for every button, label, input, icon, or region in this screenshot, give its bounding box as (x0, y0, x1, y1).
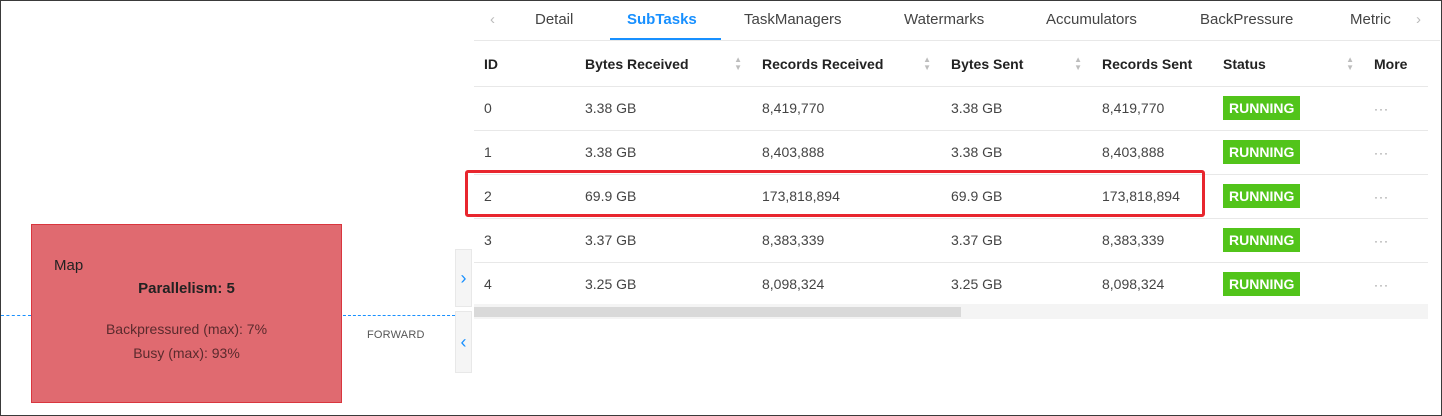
table-row[interactable]: 4 3.25 GB 8,098,324 3.25 GB 8,098,324 RU… (474, 262, 1428, 307)
tab-subtasks[interactable]: SubTasks (627, 11, 697, 28)
more-icon[interactable]: ··· (1374, 234, 1389, 248)
scrollbar-thumb[interactable] (474, 307, 961, 317)
more-icon[interactable]: ··· (1374, 278, 1389, 292)
table-row[interactable]: 2 69.9 GB 173,818,894 69.9 GB 173,818,89… (474, 174, 1428, 219)
status-badge: RUNNING (1223, 140, 1301, 164)
column-header-bytes-received[interactable]: Bytes Received ▲ ▼ (575, 42, 752, 87)
outgoing-edge (343, 315, 455, 316)
cell-status: RUNNING (1213, 86, 1364, 131)
chevron-right-icon[interactable]: › (1416, 11, 1421, 28)
column-header-status[interactable]: Status ▲ ▼ (1213, 42, 1364, 87)
tab-watermarks[interactable]: Watermarks (904, 11, 984, 28)
cell-more[interactable]: ··· (1364, 86, 1428, 131)
collapse-panel-button[interactable]: ‹ (455, 311, 472, 373)
cell-more[interactable]: ··· (1364, 174, 1428, 219)
table-row[interactable]: 0 3.38 GB 8,419,770 3.38 GB 8,419,770 RU… (474, 86, 1428, 131)
horizontal-scrollbar[interactable] (474, 304, 1428, 319)
sort-icon[interactable]: ▲ ▼ (734, 56, 742, 72)
cell-bytes-received: 3.38 GB (575, 86, 752, 131)
more-icon[interactable]: ··· (1374, 190, 1389, 204)
cell-bytes-sent: 3.37 GB (941, 218, 1092, 263)
chevron-right-icon: › (460, 267, 467, 288)
job-graph-canvas[interactable]: Map Parallelism: 5 Backpressured (max): … (1, 1, 455, 414)
cell-records-received: 8,098,324 (752, 262, 941, 307)
cell-records-received: 173,818,894 (752, 174, 941, 219)
tab-taskmanagers[interactable]: TaskManagers (744, 11, 842, 28)
cell-records-sent: 8,403,888 (1092, 130, 1213, 175)
cell-records-sent: 173,818,894 (1092, 174, 1213, 219)
cell-bytes-received: 3.25 GB (575, 262, 752, 307)
chevron-left-icon: ‹ (460, 331, 467, 352)
cell-status: RUNNING (1213, 262, 1364, 307)
cell-more[interactable]: ··· (1364, 262, 1428, 307)
cell-records-received: 8,383,339 (752, 218, 941, 263)
node-title: Map (54, 257, 84, 274)
expand-panel-button[interactable]: › (455, 249, 472, 307)
cell-bytes-sent: 3.38 GB (941, 86, 1092, 131)
cell-id: 0 (474, 86, 575, 131)
cell-records-received: 8,419,770 (752, 86, 941, 131)
cell-status: RUNNING (1213, 174, 1364, 219)
tab-backpressure[interactable]: BackPressure (1200, 11, 1293, 28)
cell-more[interactable]: ··· (1364, 218, 1428, 263)
cell-bytes-sent: 3.38 GB (941, 130, 1092, 175)
chevron-left-icon[interactable]: ‹ (490, 11, 495, 28)
cell-more[interactable]: ··· (1364, 130, 1428, 175)
cell-id: 1 (474, 130, 575, 175)
tab-accumulators[interactable]: Accumulators (1046, 11, 1137, 28)
table-header-row: ID Bytes Received ▲ ▼ Records Received ▲ ▼ B… (474, 42, 1428, 87)
cell-id: 4 (474, 262, 575, 307)
cell-bytes-sent: 3.25 GB (941, 262, 1092, 307)
status-badge: RUNNING (1223, 228, 1301, 252)
status-badge: RUNNING (1223, 96, 1301, 120)
column-header-id: ID (474, 42, 575, 87)
node-busy: Busy (max): 93% (133, 345, 240, 361)
cell-records-received: 8,403,888 (752, 130, 941, 175)
more-icon[interactable]: ··· (1374, 146, 1389, 160)
cell-bytes-received: 3.37 GB (575, 218, 752, 263)
cell-id: 3 (474, 218, 575, 263)
status-badge: RUNNING (1223, 272, 1301, 296)
cell-bytes-sent: 69.9 GB (941, 174, 1092, 219)
cell-id: 2 (474, 174, 575, 219)
column-header-records-received[interactable]: Records Received ▲ ▼ (752, 42, 941, 87)
cell-status: RUNNING (1213, 218, 1364, 263)
subtasks-table: ID Bytes Received ▲ ▼ Records Received ▲ ▼ B… (474, 42, 1428, 307)
cell-status: RUNNING (1213, 130, 1364, 175)
cell-records-sent: 8,383,339 (1092, 218, 1213, 263)
table-row[interactable]: 1 3.38 GB 8,403,888 3.38 GB 8,403,888 RU… (474, 130, 1428, 175)
sort-icon[interactable]: ▲ ▼ (923, 56, 931, 72)
sort-icon[interactable]: ▲ ▼ (1074, 56, 1082, 72)
sort-icon[interactable]: ▲ ▼ (1346, 56, 1354, 72)
tab-bar: ‹ Detail SubTasks TaskManagers Watermark… (474, 1, 1440, 41)
column-header-records-sent: Records Sent (1092, 42, 1213, 87)
more-icon[interactable]: ··· (1374, 102, 1389, 116)
cell-bytes-received: 3.38 GB (575, 130, 752, 175)
node-parallelism: Parallelism: 5 (138, 280, 235, 297)
cell-bytes-received: 69.9 GB (575, 174, 752, 219)
column-header-more: More (1364, 42, 1428, 87)
tab-metric[interactable]: Metric (1350, 11, 1391, 28)
node-backpressured: Backpressured (max): 7% (105, 321, 268, 337)
map-operator-node[interactable]: Map Parallelism: 5 Backpressured (max): … (31, 224, 342, 403)
vertex-detail-panel: ‹ Detail SubTasks TaskManagers Watermark… (474, 1, 1440, 414)
table-row[interactable]: 3 3.37 GB 8,383,339 3.37 GB 8,383,339 RU… (474, 218, 1428, 263)
incoming-edge (1, 315, 31, 316)
edge-label: FORWARD (367, 329, 425, 341)
cell-records-sent: 8,098,324 (1092, 262, 1213, 307)
status-badge: RUNNING (1223, 184, 1301, 208)
tab-detail[interactable]: Detail (535, 11, 573, 28)
cell-records-sent: 8,419,770 (1092, 86, 1213, 131)
column-header-bytes-sent[interactable]: Bytes Sent ▲ ▼ (941, 42, 1092, 87)
active-tab-indicator (610, 38, 721, 40)
